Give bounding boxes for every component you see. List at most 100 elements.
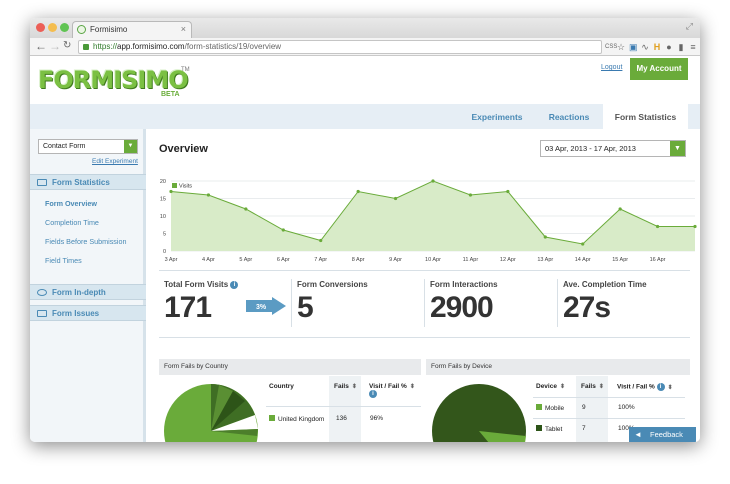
stat-interactions: Form Interactions 2900 — [430, 280, 498, 325]
legend-swatch — [269, 415, 275, 421]
col-visit-fail[interactable]: Visit / Fail % i ⬍ — [617, 383, 673, 391]
country-name: United Kingdom — [278, 416, 325, 423]
conversion-rate: 3% — [256, 304, 267, 311]
extension-icon[interactable]: ▣ — [629, 42, 638, 53]
info-icon[interactable]: i — [656, 383, 665, 391]
stat-conversions: Form Conversions 5 — [297, 280, 368, 325]
logout-link[interactable]: Logout — [601, 64, 622, 71]
star-icon[interactable]: ☆ — [617, 42, 625, 53]
table-row: Tablet — [536, 425, 562, 433]
y-tick-label: 15 — [160, 197, 166, 203]
stat-interactions-label: Form Interactions — [430, 280, 498, 289]
x-tick-label: 10 Apr — [425, 257, 441, 263]
stat-interactions-value: 2900 — [430, 291, 494, 324]
x-tick-label: 13 Apr — [537, 257, 553, 263]
edit-experiment-link[interactable]: Edit Experiment — [92, 158, 138, 165]
sort-icon[interactable]: ⬍ — [599, 384, 604, 390]
section-form-statistics[interactable]: Form Statistics — [30, 174, 146, 190]
data-point — [506, 189, 510, 194]
col-device[interactable]: Device ⬍ — [536, 383, 565, 390]
sort-icon[interactable]: ⬍ — [668, 385, 673, 391]
legend-swatch — [536, 404, 542, 410]
section-label: Form Statistics — [52, 178, 110, 187]
data-point — [169, 189, 173, 194]
my-account-button[interactable]: My Account — [630, 58, 688, 80]
y-tick-label: 0 — [163, 249, 166, 255]
x-tick-label: 14 Apr — [575, 257, 591, 263]
x-tick-label: 12 Apr — [500, 257, 516, 263]
col-visit-fail[interactable]: Visit / Fail % ⬍ i — [369, 383, 421, 398]
chevron-down-icon[interactable]: ▼ — [124, 140, 137, 153]
country-ratio: 96% — [370, 415, 384, 422]
tab-experiments[interactable]: Experiments — [460, 104, 534, 129]
section-form-issues[interactable]: Form Issues — [30, 305, 146, 321]
col-fails[interactable]: Fails ⬍ — [334, 383, 357, 390]
device-name: Mobile — [545, 405, 565, 412]
info-icon[interactable]: i — [230, 280, 239, 289]
formisimo-logo[interactable]: FORMISIMO — [38, 66, 189, 94]
data-point — [581, 242, 585, 246]
data-point — [206, 193, 211, 197]
browser-window: Formisimo × ⤢ ← → ↻ https://app.formisim… — [30, 18, 700, 442]
sort-icon[interactable]: ⬍ — [352, 384, 357, 390]
country-pie-chart — [164, 384, 258, 442]
chevron-down-icon[interactable]: ▼ — [670, 141, 685, 156]
data-point — [655, 224, 660, 229]
x-tick-label: 5 Apr — [239, 257, 252, 263]
info-icon[interactable]: i — [369, 390, 377, 398]
date-range-select[interactable]: 03 Apr, 2013 - 17 Apr, 2013 ▼ — [540, 140, 686, 157]
table-divider — [533, 418, 685, 419]
toolbar-icons: CSS ☆ ▣ ∿ H ● ▮ ≡ — [605, 40, 697, 54]
zoom-window-dot[interactable] — [60, 23, 69, 32]
fullscreen-icon[interactable]: ⤢ — [686, 21, 693, 32]
divider — [424, 279, 425, 327]
tab-close-icon[interactable]: × — [181, 22, 186, 37]
flag-icon — [37, 310, 47, 317]
envelope-icon — [37, 179, 47, 186]
form-select-value: Contact Form — [43, 143, 86, 150]
country-fails: 136 — [336, 415, 347, 422]
x-tick-label: 7 Apr — [314, 257, 327, 263]
x-tick-label: 11 Apr — [463, 257, 479, 263]
section-form-in-depth[interactable]: Form In-depth — [30, 284, 146, 300]
tab-form-statistics[interactable]: Form Statistics — [603, 104, 688, 129]
h-icon[interactable]: H — [653, 42, 661, 52]
data-point — [468, 193, 473, 197]
phone-icon[interactable]: ▮ — [677, 42, 685, 53]
table-divider — [533, 397, 685, 398]
trademark: TM — [181, 67, 190, 73]
sort-icon[interactable]: ⬍ — [410, 384, 415, 390]
pulse-icon[interactable]: ∿ — [641, 42, 649, 53]
form-select[interactable]: Contact Form ▼ — [38, 139, 138, 154]
close-window-dot[interactable] — [36, 23, 45, 32]
data-point — [281, 228, 285, 232]
reload-icon[interactable]: ↻ — [63, 39, 71, 53]
sort-icon[interactable]: ⬍ — [560, 384, 565, 390]
minimize-window-dot[interactable] — [48, 23, 57, 32]
browser-tab[interactable]: Formisimo × — [72, 21, 192, 38]
device-name: Tablet — [545, 426, 563, 433]
browser-tab-bar: Formisimo × ⤢ — [30, 18, 700, 38]
back-icon[interactable]: ← — [35, 39, 47, 53]
forward-icon[interactable]: → — [49, 39, 61, 53]
device-panel-header: Form Fails by Device — [426, 359, 690, 375]
data-point — [431, 179, 435, 183]
sidebar-item-field-times[interactable]: Field Times — [45, 256, 82, 265]
col-fails[interactable]: Fails ⬍ — [581, 383, 604, 390]
conversion-arrow: 3% — [246, 297, 286, 315]
menu-icon[interactable]: ≡ — [689, 42, 697, 52]
url-path: /form-statistics/19/overview — [184, 42, 282, 51]
beta-badge: BETA — [161, 91, 180, 98]
sidebar-item-completion-time[interactable]: Completion Time — [45, 218, 99, 227]
tab-reactions[interactable]: Reactions — [535, 104, 603, 129]
sidebar-item-form-overview[interactable]: Form Overview — [45, 199, 97, 208]
css-icon[interactable]: CSS — [605, 44, 617, 50]
divider — [159, 337, 690, 338]
feedback-button[interactable]: ◄ Feedback — [629, 427, 696, 442]
section-label: Form In-depth — [52, 288, 106, 297]
col-country[interactable]: Country — [269, 383, 294, 390]
sidebar-item-fields-before-submission[interactable]: Fields Before Submission — [45, 237, 127, 246]
circle-icon[interactable]: ● — [665, 42, 673, 52]
address-bar[interactable]: https://app.formisimo.com/form-statistic… — [78, 40, 602, 54]
country-panel-header: Form Fails by Country — [159, 359, 421, 375]
